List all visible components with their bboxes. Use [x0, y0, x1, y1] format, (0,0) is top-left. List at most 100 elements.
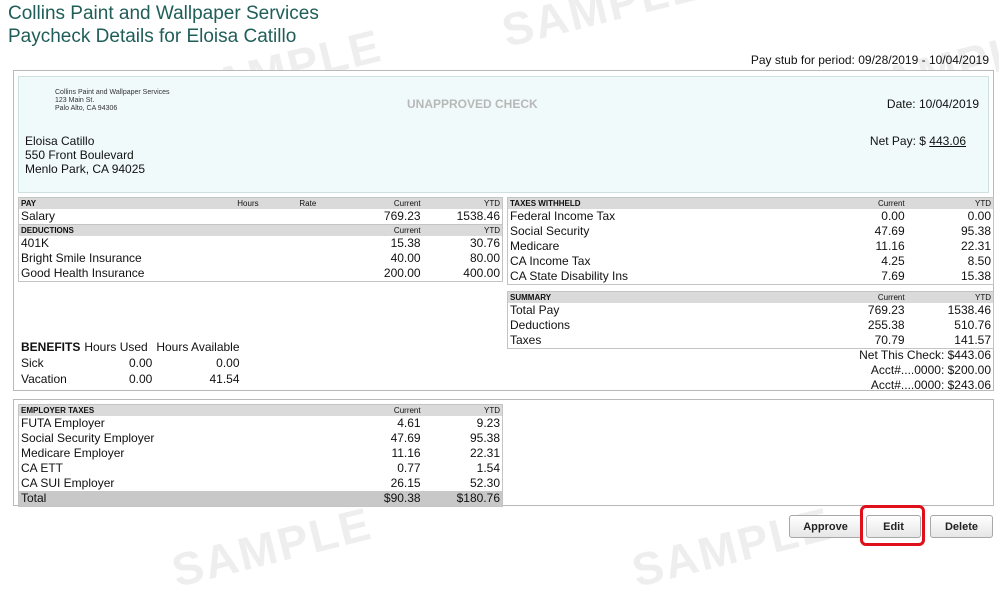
table-row: CA SUI Employer 26.15 52.30	[19, 476, 503, 491]
employer-tax-name: FUTA Employer	[21, 416, 105, 430]
deductions-header-row: DEDUCTIONS Current YTD	[18, 224, 503, 236]
pay-item-hours	[218, 209, 278, 225]
tax-ytd: 15.38	[960, 269, 991, 283]
ytd-header: YTD	[422, 197, 503, 209]
current-header: Current	[337, 224, 423, 236]
summary-name: Taxes	[510, 333, 542, 347]
payee-name: Eloisa Catillo	[25, 134, 95, 148]
summary-ytd: 510.76	[954, 318, 991, 332]
taxes-withheld-table: TAXES WITHHELD Current YTD Federal Incom…	[507, 197, 994, 285]
net-pay: Net Pay: $ 443.06	[870, 134, 966, 148]
benefits-title: BENEFITS	[21, 339, 81, 354]
deduction-name: Good Health Insurance	[21, 266, 145, 280]
account-deposit: Acct#....0000: $243.06	[870, 378, 991, 392]
tax-current: 47.69	[874, 224, 905, 238]
taxes-header-row: TAXES WITHHELD Current YTD	[507, 197, 994, 209]
check-company-city: Palo Alto, CA 94306	[55, 105, 118, 112]
pay-deductions-table: PAY Hours Rate Current YTD Salary 769.23…	[18, 197, 503, 282]
employer-tax-name: CA SUI Employer	[21, 476, 115, 490]
check-status: UNAPPROVED CHECK	[407, 97, 538, 111]
summary-name: Total Pay	[510, 303, 560, 317]
table-row: Social Security Employer 47.69 95.38	[19, 431, 503, 446]
employer-taxes-panel: EMPLOYER TAXES Current YTD FUTA Employer…	[13, 399, 994, 507]
table-row: Federal Income Tax 0.00 0.00	[508, 209, 994, 224]
summary-header-row: SUMMARY Current YTD	[507, 291, 994, 303]
employer-tax-current: 4.61	[397, 416, 421, 430]
employer-tax-name: CA ETT	[21, 461, 64, 475]
employer-tax-name: Social Security Employer	[21, 431, 155, 445]
pay-header: PAY	[18, 197, 218, 209]
summary-name: Deductions	[510, 318, 571, 332]
net-pay-label: Net Pay: $	[869, 134, 926, 148]
payee-address: Eloisa Catillo 550 Front Boulevard Menlo…	[25, 134, 145, 176]
employer-tax-current: 47.69	[390, 431, 421, 445]
net-check-breakdown: Net This Check: $443.06 Acct#....0000: $…	[859, 348, 991, 393]
total-label: Total	[18, 491, 338, 507]
tax-name: Social Security	[510, 224, 590, 238]
total-ytd: $180.76	[422, 491, 503, 507]
table-row: Social Security 47.69 95.38	[508, 224, 994, 239]
total-current: $90.38	[337, 491, 423, 507]
table-row: FUTA Employer 4.61 9.23	[19, 416, 503, 431]
check-preview: Collins Paint and Wallpaper Services 123…	[18, 76, 989, 193]
deduction-ytd: 30.76	[469, 236, 500, 250]
benefit-used: 0.00	[128, 372, 153, 386]
employer-tax-ytd: 22.31	[469, 446, 500, 460]
current-header: Current	[337, 197, 423, 209]
summary-ytd: 141.57	[954, 333, 991, 347]
check-company-address: Collins Paint and Wallpaper Services 123…	[55, 89, 170, 113]
table-row: 401K 15.38 30.76	[19, 236, 503, 251]
summary-ytd: 1538.46	[947, 303, 991, 317]
table-row: CA ETT 0.77 1.54	[19, 461, 503, 476]
tax-name: Medicare	[510, 239, 560, 253]
page-header: Collins Paint and Wallpaper Services Pay…	[8, 2, 319, 48]
account-deposit: Acct#....0000: $200.00	[870, 363, 991, 377]
employer-tax-current: 26.15	[390, 476, 421, 490]
deduction-name: 401K	[21, 236, 50, 250]
ytd-header: YTD	[906, 291, 994, 303]
pay-item-ytd: 1538.46	[456, 209, 500, 223]
table-row: Salary 769.23 1538.46	[19, 209, 503, 225]
check-company-street: 123 Main St.	[55, 97, 95, 104]
hours-header: Hours	[218, 197, 278, 209]
deduction-ytd: 80.00	[469, 251, 500, 265]
check-date: Date: 10/04/2019	[886, 97, 979, 111]
total-row: Total $90.38 $180.76	[18, 491, 503, 507]
tax-current: 7.69	[881, 269, 905, 283]
deductions-header: DEDUCTIONS	[18, 224, 338, 236]
benefits-table: BENEFITS Hours Used Hours Available Sick…	[19, 338, 242, 387]
table-row: Taxes 70.79 141.57	[508, 333, 994, 349]
company-title: Collins Paint and Wallpaper Services	[8, 3, 319, 24]
employer-taxes-header-row: EMPLOYER TAXES Current YTD	[18, 404, 503, 416]
ytd-header: YTD	[422, 404, 503, 416]
edit-button[interactable]: Edit	[866, 515, 921, 538]
benefit-available: 0.00	[216, 356, 240, 370]
tax-name: CA Income Tax	[510, 254, 591, 268]
table-row: Bright Smile Insurance 40.00 80.00	[19, 251, 503, 266]
summary-current: 769.23	[867, 303, 905, 317]
employer-tax-ytd: 95.38	[469, 431, 500, 445]
summary-current: 255.38	[867, 318, 905, 332]
delete-button[interactable]: Delete	[930, 515, 993, 538]
pay-item-rate	[278, 209, 338, 225]
approve-button[interactable]: Approve	[789, 515, 862, 538]
employer-tax-ytd: 1.54	[476, 461, 500, 475]
table-row: Good Health Insurance 200.00 400.00	[19, 266, 503, 282]
pay-item-name: Salary	[21, 209, 56, 223]
summary-current: 70.79	[874, 333, 905, 347]
ytd-header: YTD	[906, 197, 994, 209]
current-header: Current	[806, 291, 907, 303]
tax-current: 4.25	[881, 254, 905, 268]
current-header: Current	[337, 404, 423, 416]
deduction-ytd: 400.00	[463, 266, 500, 280]
sample-watermark: SAMPLE	[496, 0, 707, 57]
payee-street: 550 Front Boulevard	[25, 148, 134, 162]
benefits-header-row: BENEFITS Hours Used Hours Available	[19, 338, 242, 355]
employer-tax-ytd: 9.23	[476, 416, 500, 430]
benefit-available: 41.54	[209, 372, 240, 386]
hours-available-header: Hours Available	[156, 339, 240, 354]
employer-tax-current: 11.16	[391, 446, 421, 460]
current-header: Current	[806, 197, 907, 209]
paystub-panel: Collins Paint and Wallpaper Services 123…	[13, 70, 994, 393]
summary-header: SUMMARY	[507, 291, 807, 303]
